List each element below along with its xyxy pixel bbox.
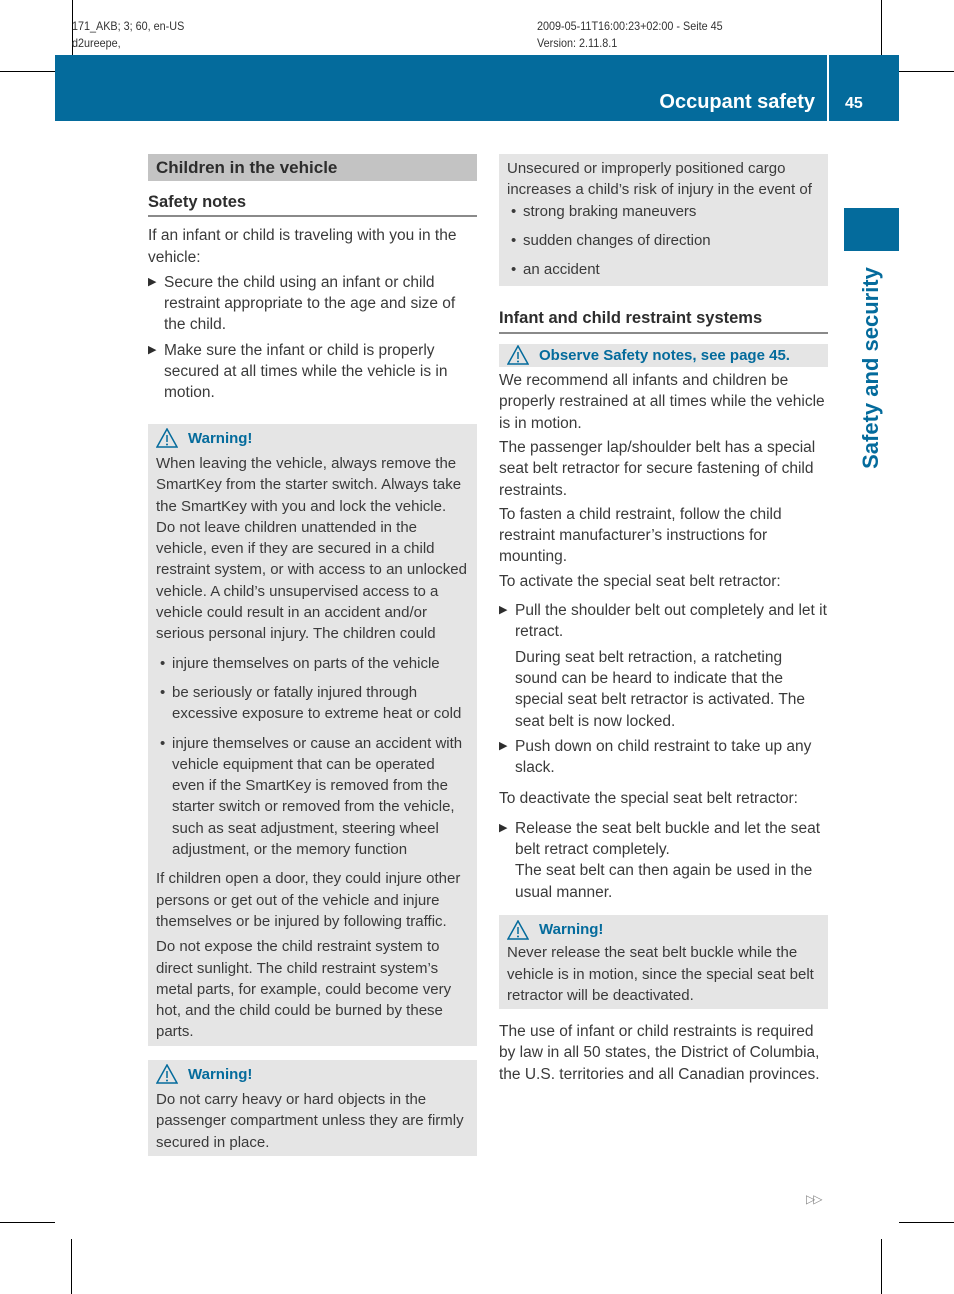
cargo-warning-continued: Unsecured or improperly positioned cargo… [499,154,828,287]
bullet-item: • an accident [507,259,820,280]
subheading: Infant and child restraint systems [499,308,828,334]
chapter-tab [844,208,899,251]
print-meta-left: 171_AKB; 3; 60, en-US d2ureepe, [72,18,184,52]
bullet-text: an accident [523,261,600,279]
step-text: Secure the child using an infant or chil… [164,273,456,334]
step-text: Pull the shoulder belt out completely an… [515,602,827,641]
body-text: The passenger lap/shoulder belt has a sp… [499,438,816,499]
step-text: Push down on child restraint to take up … [515,737,812,777]
bullet-icon: • [511,202,517,220]
chapter-label: Safety and security [858,267,883,469]
warning-box: Warning! Do not carry heavy or hard obje… [148,1059,477,1156]
print-meta-right: 2009-05-11T16:00:23+02:00 - Seite 45 Ver… [537,18,723,52]
header-divider [827,55,829,121]
step-item: ▶ Secure the child using an infant or ch… [148,272,477,336]
meta-line: d2ureepe, [72,36,121,50]
double-triangle-right-icon: ▷▷ [806,1192,823,1206]
bullet-text: be seriously or fatally injured through … [172,683,462,723]
crop-mark [0,71,55,72]
bullet-item: • strong braking maneuvers [507,201,820,222]
body-text: We recommend all infants and children be… [499,372,825,432]
warning-title: Warning! [539,920,604,938]
warning-triangle-icon [156,1064,178,1085]
step-result: During seat belt retraction, a ratchetin… [515,648,806,730]
warning-header: Warning! [507,919,820,940]
bullet-icon: • [160,654,166,672]
meta-line: 2009-05-11T16:00:23+02:00 - Seite 45 [537,19,723,33]
subheading: Safety notes [148,192,477,218]
crop-mark [71,1239,72,1294]
cargo-text: Unsecured or improperly positioned cargo… [507,160,812,199]
note-box: Observe Safety notes, see page 45. [499,343,828,368]
step-arrow-icon: ▶ [499,739,508,752]
bullet-text: injure themselves or cause an accident w… [172,734,463,859]
step-arrow-icon: ▶ [148,343,157,356]
intro-text: If an infant or child is traveling with … [148,227,457,266]
step-result: The seat belt can then again be used in … [515,862,813,901]
step-arrow-icon: ▶ [499,604,508,617]
step-item: ▶ Pull the shoulder belt out completely … [499,600,828,643]
cross-reference-link[interactable]: Observe Safety notes, see page 45. [539,345,790,366]
bullet-text: sudden changes of direction [523,231,711,249]
page-header: Occupant safety 45 [55,55,899,121]
warning-triangle-icon [156,428,178,449]
warning-header: Warning! [156,1064,469,1085]
bullet-icon: • [160,734,166,752]
note-header: Observe Safety notes, see page 45. [507,345,820,366]
bullet-item: • sudden changes of direction [507,230,820,251]
bullet-item: • injure themselves on parts of the vehic… [156,653,469,674]
warning-text: Never release the seat belt buckle while… [507,944,814,1004]
body-text: To fasten a child restraint, follow the … [499,505,782,566]
bullet-icon: • [511,261,517,279]
step-item: ▶ Release the seat belt buckle and let t… [499,818,828,861]
crop-mark [0,1222,55,1223]
warning-text: When leaving the vehicle, always remove … [156,454,467,643]
warning-box: Warning! Never release the seat belt buc… [499,914,828,1010]
warning-triangle-icon [507,919,529,940]
page-title: Occupant safety [659,91,815,113]
meta-line: Version: 2.11.8.1 [537,36,618,50]
body-text: To deactivate the special seat belt retr… [499,790,798,808]
body-text: To activate the special seat belt retrac… [499,572,781,590]
meta-line: 171_AKB; 3; 60, en-US [72,19,185,33]
body-text: The use of infant or child restraints is… [499,1023,820,1083]
warning-title: Warning! [188,1065,253,1083]
bullet-text: injure themselves on parts of the vehicl… [172,654,440,672]
warning-text: Do not carry heavy or hard objects in th… [156,1090,464,1151]
step-item: ▶ Push down on child restraint to take u… [499,736,828,779]
step-arrow-icon: ▶ [499,821,508,834]
section-title: Children in the vehicle [148,154,477,181]
step-text: Make sure the infant or child is properl… [164,341,448,402]
warning-header: Warning! [156,428,469,449]
bullet-icon: • [511,231,517,249]
page-number: 45 [845,95,863,112]
step-text: Release the seat belt buckle and let the… [515,819,821,859]
right-column: Unsecured or improperly positioned cargo… [499,154,828,1085]
crop-mark [881,0,882,55]
crop-mark [899,71,954,72]
bullet-item: • injure themselves or cause an accident … [156,733,469,861]
crop-mark [881,1239,882,1294]
warning-title: Warning! [188,429,253,447]
warning-triangle-icon [507,345,529,366]
crop-mark [899,1222,954,1223]
warning-box: Warning! When leaving the vehicle, alway… [148,423,477,1046]
left-column: Children in the vehicle Safety notes If … [148,154,477,1156]
bullet-item: • be seriously or fatally injured through… [156,682,469,725]
bullet-icon: • [160,683,166,701]
bullet-text: strong braking maneuvers [523,202,697,220]
step-arrow-icon: ▶ [148,275,157,288]
warning-text: If children open a door, they could inju… [156,870,461,930]
step-item: ▶ Make sure the infant or child is prope… [148,340,477,404]
warning-text: Do not expose the child restraint system… [156,938,452,1041]
